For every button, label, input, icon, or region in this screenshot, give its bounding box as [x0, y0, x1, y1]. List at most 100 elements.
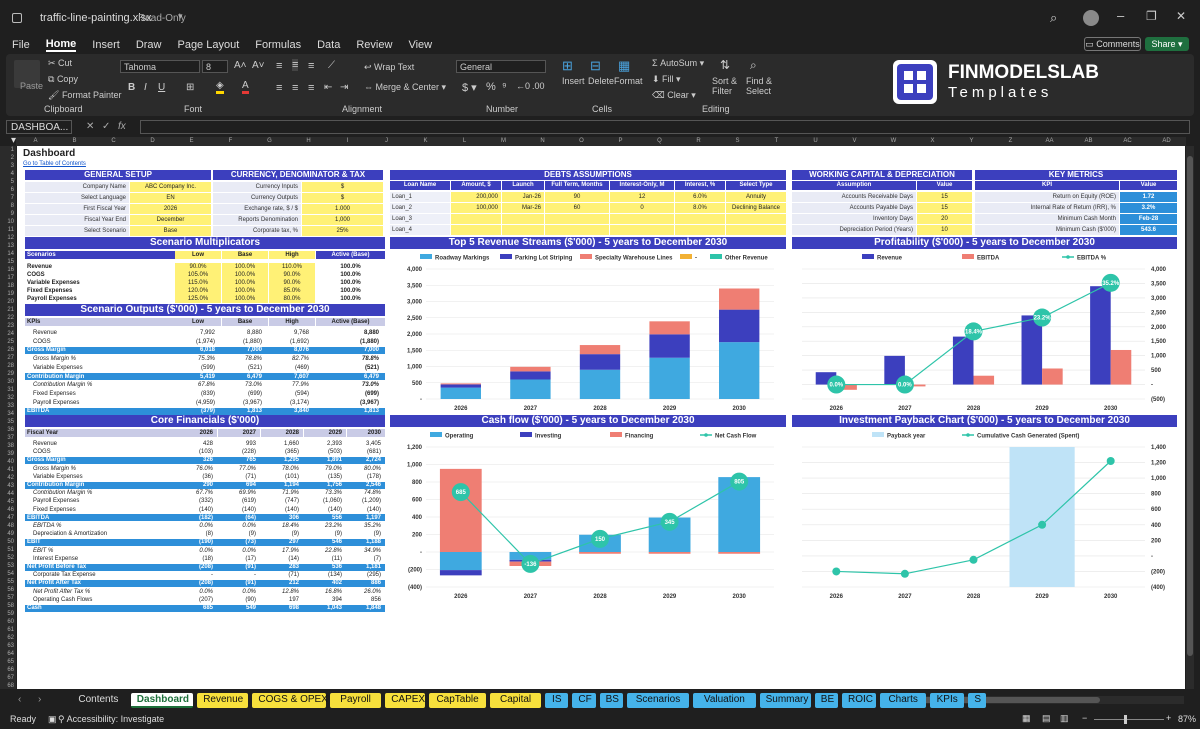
- multiplicator-value[interactable]: 100.0%: [222, 287, 268, 295]
- menu-review[interactable]: Review: [356, 39, 392, 51]
- row-header[interactable]: 47: [0, 514, 14, 522]
- multiplicator-value[interactable]: 90.0%: [175, 263, 221, 271]
- row-header[interactable]: 22: [0, 314, 14, 322]
- row-header[interactable]: 51: [0, 546, 14, 554]
- align-left-icon[interactable]: ≡: [276, 82, 282, 94]
- row-header[interactable]: 55: [0, 578, 14, 586]
- next-sheet-icon[interactable]: ›: [38, 694, 41, 705]
- row-header[interactable]: 61: [0, 626, 14, 634]
- row-header[interactable]: 49: [0, 530, 14, 538]
- loan-value[interactable]: [502, 225, 544, 235]
- column-header[interactable]: R: [679, 137, 718, 146]
- loan-value[interactable]: [451, 225, 501, 235]
- column-header[interactable]: X: [913, 137, 952, 146]
- column-header[interactable]: M: [484, 137, 523, 146]
- page-break-icon[interactable]: ▥: [1060, 713, 1069, 724]
- column-header[interactable]: Q: [640, 137, 679, 146]
- loan-value[interactable]: [502, 214, 544, 224]
- scrollbar-thumb[interactable]: [1187, 156, 1193, 656]
- tab-bs[interactable]: BS: [599, 693, 623, 708]
- row-header[interactable]: 8: [0, 202, 14, 210]
- close-icon[interactable]: ✕: [1176, 9, 1186, 23]
- row-header[interactable]: 25: [0, 338, 14, 346]
- row-header[interactable]: 9: [0, 210, 14, 218]
- name-box[interactable]: DASHBOA... ▾: [6, 120, 72, 146]
- row-header[interactable]: 34: [0, 410, 14, 418]
- search-icon[interactable]: ⌕: [1050, 10, 1057, 26]
- menu-draw[interactable]: Draw: [136, 39, 162, 51]
- row-header[interactable]: 4: [0, 170, 14, 178]
- tab-capex[interactable]: CAPEX: [385, 693, 426, 708]
- row-header[interactable]: 43: [0, 482, 14, 490]
- wc-value[interactable]: 20: [917, 214, 972, 224]
- row-header[interactable]: 1: [0, 146, 14, 154]
- multiplicator-value[interactable]: 105.0%: [175, 271, 221, 279]
- comments-button[interactable]: ▭ Comments: [1084, 37, 1141, 51]
- function-icon[interactable]: fx: [118, 121, 126, 132]
- minimize-icon[interactable]: –: [1117, 8, 1124, 23]
- loan-value[interactable]: [610, 225, 674, 235]
- decrease-decimal-icon[interactable]: .00: [532, 81, 545, 91]
- row-header[interactable]: 15: [0, 258, 14, 266]
- loan-value[interactable]: [610, 214, 674, 224]
- row-header[interactable]: 10: [0, 218, 14, 226]
- row-header[interactable]: 50: [0, 538, 14, 546]
- multiplicator-value[interactable]: 100.0%: [222, 279, 268, 287]
- tab-captable[interactable]: CapTable: [429, 693, 486, 708]
- sort-filter-button[interactable]: Sort & Filter: [712, 76, 742, 96]
- loan-value[interactable]: Jan-26: [502, 192, 544, 202]
- column-header[interactable]: F: [211, 137, 250, 146]
- row-header[interactable]: 12: [0, 234, 14, 242]
- row-header[interactable]: 27: [0, 354, 14, 362]
- zoom-level[interactable]: 87%: [1178, 714, 1196, 724]
- outdent-icon[interactable]: ⇥: [340, 82, 348, 93]
- row-header[interactable]: 48: [0, 522, 14, 530]
- row-header[interactable]: 46: [0, 506, 14, 514]
- column-header[interactable]: C: [94, 137, 133, 146]
- setup-value[interactable]: Base: [130, 226, 211, 236]
- setup-value[interactable]: 2026: [130, 204, 211, 214]
- row-header[interactable]: 29: [0, 370, 14, 378]
- toc-link[interactable]: Go to Table of Contents: [23, 161, 86, 167]
- column-header[interactable]: AD: [1147, 137, 1186, 146]
- column-header[interactable]: T: [757, 137, 796, 146]
- column-header[interactable]: V: [835, 137, 874, 146]
- autosum-button[interactable]: Σ AutoSum ▾: [652, 58, 704, 69]
- row-header[interactable]: 32: [0, 394, 14, 402]
- column-header[interactable]: AA: [1030, 137, 1069, 146]
- wrap-text-button[interactable]: ↩ Wrap Text: [364, 62, 414, 73]
- row-header[interactable]: 5: [0, 178, 14, 186]
- currency-value[interactable]: 1.000: [302, 204, 383, 214]
- multiplicator-value[interactable]: 90.0%: [269, 271, 315, 279]
- formula-input[interactable]: [140, 120, 1190, 134]
- comma-icon[interactable]: ⁹: [502, 81, 507, 93]
- zoom-out-icon[interactable]: −: [1082, 713, 1087, 723]
- bold-icon[interactable]: B: [128, 82, 135, 93]
- currency-value[interactable]: $: [302, 182, 383, 192]
- tab-summary[interactable]: Summary: [759, 693, 811, 708]
- zoom-in-icon[interactable]: +: [1166, 713, 1171, 723]
- menu-formulas[interactable]: Formulas: [255, 39, 301, 51]
- multiplicator-value[interactable]: 115.0%: [175, 279, 221, 287]
- tab-cf[interactable]: CF: [572, 693, 596, 708]
- loan-value[interactable]: Declining Balance: [726, 203, 786, 213]
- format-painter-button[interactable]: 🖌 Format Painter: [48, 90, 121, 101]
- autosave-icon[interactable]: [12, 13, 22, 23]
- column-header[interactable]: L: [445, 137, 484, 146]
- row-header[interactable]: 3: [0, 162, 14, 170]
- loan-value[interactable]: [451, 214, 501, 224]
- shrink-font-icon[interactable]: A˅: [252, 60, 265, 71]
- column-header[interactable]: A: [16, 137, 55, 146]
- tab-cogs-opex[interactable]: COGS & OPEX: [252, 693, 328, 708]
- enter-icon[interactable]: ✓: [102, 121, 110, 132]
- row-header[interactable]: 36: [0, 426, 14, 434]
- grow-font-icon[interactable]: A˄: [234, 60, 247, 71]
- loan-value[interactable]: Annuity: [726, 192, 786, 202]
- currency-value[interactable]: 25%: [302, 226, 383, 236]
- row-header[interactable]: 57: [0, 594, 14, 602]
- font-size-select[interactable]: 8: [202, 60, 228, 73]
- orientation-icon[interactable]: ⟋: [328, 60, 335, 71]
- multiplicator-value[interactable]: 90.0%: [269, 279, 315, 287]
- insert-cells-icon[interactable]: ⊞: [562, 58, 573, 74]
- format-cells-button[interactable]: Format: [614, 76, 643, 86]
